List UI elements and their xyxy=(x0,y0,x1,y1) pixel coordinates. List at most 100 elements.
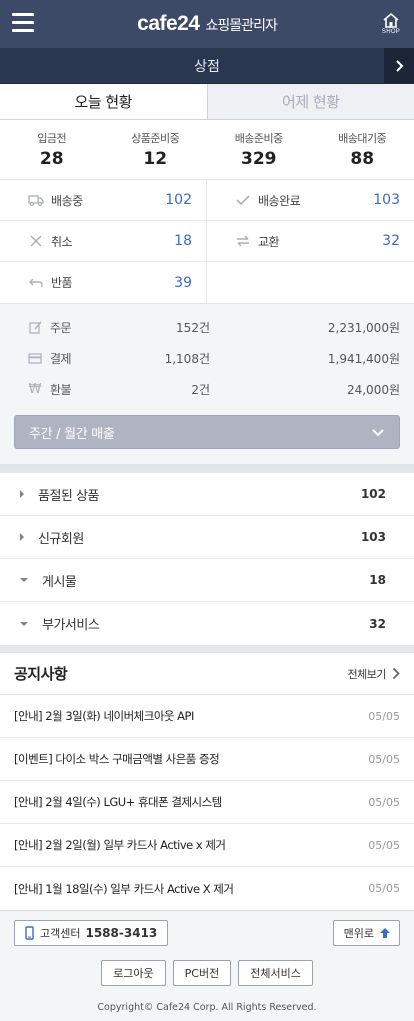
count-label: 입금전 xyxy=(37,132,67,145)
pc-version-button[interactable]: PC버전 xyxy=(172,960,232,986)
copyright: Copyright© Cafe24 Corp. All Rights Reser… xyxy=(97,1002,317,1013)
cancel-x-icon xyxy=(28,233,44,249)
count-preparing-shipping[interactable]: 배송준비중 329 xyxy=(207,130,311,179)
order-counts: 입금전 28 상품준비중 12 배송준비중 329 배송대기중 88 xyxy=(0,120,414,180)
hamburger-menu-icon[interactable] xyxy=(12,13,34,33)
section-divider xyxy=(0,465,414,473)
sales-amount: 1,941,400원 xyxy=(327,352,400,366)
card-icon xyxy=(28,353,42,364)
sales-label: 결제 xyxy=(50,352,72,366)
edit-icon xyxy=(28,321,42,334)
scroll-top-button[interactable]: 맨위로 xyxy=(332,920,400,946)
check-icon xyxy=(235,192,251,208)
notice-item[interactable]: [안내] 2월 3일(화) 네이버체크아웃 API 05/05 xyxy=(0,695,414,738)
status-value[interactable]: 32 xyxy=(382,233,400,249)
status-grid: 배송중 102 배송완료 103 취소 18 교환 32 반품 39 xyxy=(0,180,414,304)
caret-right-icon xyxy=(20,533,24,541)
view-all-label: 전체보기 xyxy=(347,667,387,681)
notice-header: 공지사항 전체보기 xyxy=(0,653,414,695)
store-name: 상점 xyxy=(194,58,220,75)
home-icon xyxy=(383,12,399,28)
status-cancel[interactable]: 취소 18 xyxy=(0,221,207,262)
store-next-button[interactable] xyxy=(384,48,414,83)
chevron-right-icon xyxy=(392,667,400,680)
tab-today[interactable]: 오늘 현황 xyxy=(0,84,208,119)
scroll-top-label: 맨위로 xyxy=(343,927,374,940)
notice-item[interactable]: [안내] 1월 18일(수) 일부 카드사 Active X 제거 05/05 xyxy=(0,867,414,910)
count-value: 28 xyxy=(39,149,64,169)
sales-label: 환불 xyxy=(50,383,72,397)
status-exchange[interactable]: 교환 32 xyxy=(207,221,414,262)
sales-count: 1,108건 xyxy=(164,352,210,366)
notice-text: [이벤트] 다이소 박스 구매금액별 사은품 증정 xyxy=(14,752,220,766)
link-label: 게시물 xyxy=(42,574,77,590)
notice-item[interactable]: [이벤트] 다이소 박스 구매금액별 사은품 증정 05/05 xyxy=(0,738,414,781)
customer-center-label: 고객센터 xyxy=(40,927,81,940)
phone-icon xyxy=(25,926,34,940)
sales-row-payment: 결제 1,108건 1,941,400원 xyxy=(14,343,400,374)
customer-center-button[interactable]: 고객센터 1588-3413 xyxy=(14,920,169,946)
notice-text: [안내] 1월 18일(수) 일부 카드사 Active X 제거 xyxy=(14,881,234,896)
caret-right-icon xyxy=(20,490,24,498)
sales-label: 주문 xyxy=(50,321,72,335)
status-delivered[interactable]: 배송완료 103 xyxy=(207,180,414,221)
count-before-deposit[interactable]: 입금전 28 xyxy=(0,130,104,179)
sales-row-refund: ₩ 환불 2건 24,000원 xyxy=(14,374,400,405)
notice-item[interactable]: [안내] 2월 4일(수) LGU+ 휴대폰 결제시스템 05/05 xyxy=(0,781,414,824)
status-value[interactable]: 18 xyxy=(174,233,192,249)
arrow-up-icon xyxy=(380,928,390,938)
won-icon: ₩ xyxy=(28,382,42,397)
status-value[interactable]: 39 xyxy=(174,275,192,291)
link-soldout-products[interactable]: 품절된 상품 102 xyxy=(0,473,414,516)
notice-text: [안내] 2월 2일(월) 일부 카드사 Active x 제거 xyxy=(14,838,226,852)
shop-label: SHOP xyxy=(381,29,401,35)
status-label: 취소 xyxy=(51,234,73,249)
link-addon-services[interactable]: 부가서비스 32 xyxy=(0,602,414,645)
chevron-right-icon xyxy=(395,59,403,72)
period-tabs: 오늘 현황 어제 현황 xyxy=(0,84,414,120)
link-value: 102 xyxy=(360,487,386,501)
return-arrow-icon xyxy=(28,275,44,291)
view-all-link[interactable]: 전체보기 xyxy=(348,666,400,682)
tab-yesterday[interactable]: 어제 현황 xyxy=(207,84,414,119)
all-services-button[interactable]: 전체서비스 xyxy=(238,960,313,986)
status-label: 반품 xyxy=(51,276,73,290)
weekly-monthly-sales-button[interactable]: 주간 / 월간 매출 xyxy=(14,415,400,449)
count-waiting-shipping[interactable]: 배송대기중 88 xyxy=(311,130,414,179)
count-label: 상품준비중 xyxy=(131,132,180,145)
count-label: 배송대기중 xyxy=(338,132,387,145)
store-selector[interactable]: 상점 xyxy=(0,48,414,84)
sales-summary: 주문 152건 2,231,000원 결제 1,108건 1,941,400원 … xyxy=(0,304,414,465)
customer-center-phone: 1588-3413 xyxy=(85,926,158,940)
status-value[interactable]: 103 xyxy=(373,192,400,208)
link-label: 신규회원 xyxy=(38,531,84,547)
status-label: 배송완료 xyxy=(258,193,301,208)
status-shipping[interactable]: 배송중 102 xyxy=(0,180,207,221)
notice-date: 05/05 xyxy=(368,838,400,852)
count-preparing-product[interactable]: 상품준비중 12 xyxy=(104,130,208,179)
exchange-arrows-icon xyxy=(235,233,251,249)
notice-title: 공지사항 xyxy=(14,665,68,683)
status-return[interactable]: 반품 39 xyxy=(0,262,207,303)
notice-section: 공지사항 전체보기 [안내] 2월 3일(화) 네이버체크아웃 API 05/0… xyxy=(0,653,414,910)
link-value: 32 xyxy=(369,616,386,631)
logout-button[interactable]: 로그아웃 xyxy=(101,960,166,986)
status-value[interactable]: 102 xyxy=(165,192,192,208)
cafe24-logo: cafe24 xyxy=(137,12,200,35)
shop-home-button[interactable]: SHOP xyxy=(380,12,402,40)
link-label: 품절된 상품 xyxy=(38,488,99,504)
count-value: 12 xyxy=(143,149,168,169)
notice-item[interactable]: [안내] 2월 2일(월) 일부 카드사 Active x 제거 05/05 xyxy=(0,824,414,867)
status-label: 배송중 xyxy=(51,193,83,208)
notice-date: 05/05 xyxy=(368,795,400,809)
link-new-members[interactable]: 신규회원 103 xyxy=(0,516,414,559)
footer: 고객센터 1588-3413 맨위로 로그아웃 PC버전 전체서비스 Copyr… xyxy=(0,910,414,1021)
link-value: 103 xyxy=(360,530,386,544)
admin-title: 쇼핑몰관리자 xyxy=(205,18,278,34)
chevron-down-icon xyxy=(372,428,384,436)
link-posts[interactable]: 게시물 18 xyxy=(0,559,414,602)
top-bar: cafe24 쇼핑몰관리자 SHOP xyxy=(0,0,414,48)
notice-text: [안내] 2월 3일(화) 네이버체크아웃 API xyxy=(14,709,194,723)
caret-down-icon xyxy=(20,578,28,582)
sales-count: 152건 xyxy=(176,321,210,335)
